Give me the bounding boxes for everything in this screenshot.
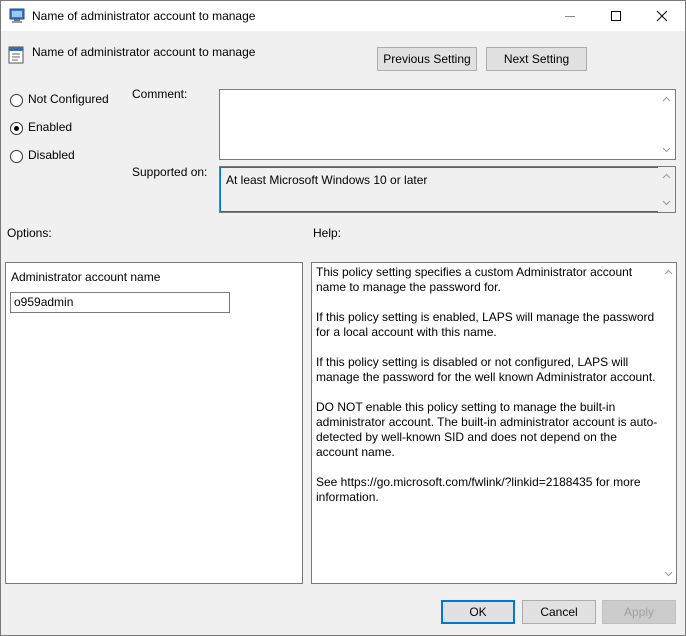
scroll-up-icon[interactable] bbox=[662, 172, 671, 181]
scroll-down-icon[interactable] bbox=[662, 145, 671, 154]
scroll-down-icon[interactable] bbox=[664, 569, 673, 578]
app-icon bbox=[9, 8, 25, 23]
help-paragraph: If this policy setting is disabled or no… bbox=[316, 355, 656, 384]
close-icon bbox=[656, 10, 668, 22]
help-panel: This policy setting specifies a custom A… bbox=[311, 262, 677, 584]
radio-circle[interactable] bbox=[10, 150, 23, 163]
scroll-up-icon[interactable] bbox=[662, 95, 671, 104]
previous-setting-button[interactable]: Previous Setting bbox=[377, 47, 477, 71]
policy-dialog-window: Name of administrator account to manage … bbox=[0, 0, 686, 636]
cancel-button[interactable]: Cancel bbox=[522, 600, 596, 624]
maximize-icon bbox=[611, 11, 621, 21]
ok-button[interactable]: OK bbox=[441, 600, 515, 624]
help-paragraph: This policy setting specifies a custom A… bbox=[316, 265, 633, 294]
next-setting-button[interactable]: Next Setting bbox=[486, 47, 587, 71]
admin-account-name-input[interactable]: o959admin bbox=[10, 292, 230, 313]
comment-scrollbar[interactable] bbox=[658, 90, 675, 159]
help-paragraph: DO NOT enable this policy setting to man… bbox=[316, 400, 658, 459]
radio-circle[interactable] bbox=[10, 122, 23, 135]
setting-title: Name of administrator account to manage bbox=[32, 45, 256, 59]
minimize-icon bbox=[565, 16, 575, 17]
radio-label: Enabled bbox=[28, 120, 73, 134]
radio-label: Disabled bbox=[28, 148, 75, 162]
supported-scrollbar[interactable] bbox=[658, 167, 675, 212]
minimize-button[interactable] bbox=[547, 1, 593, 31]
scroll-up-icon[interactable] bbox=[664, 268, 673, 277]
supported-on-value: At least Microsoft Windows 10 or later bbox=[226, 173, 428, 187]
radio-circle[interactable] bbox=[10, 94, 23, 107]
scroll-down-icon[interactable] bbox=[662, 198, 671, 207]
help-text: This policy setting specifies a custom A… bbox=[316, 265, 662, 520]
close-button[interactable] bbox=[639, 1, 685, 31]
window-title: Name of administrator account to manage bbox=[32, 9, 256, 23]
help-paragraph: See https://go.microsoft.com/fwlink/?lin… bbox=[316, 475, 641, 504]
supported-on-label: Supported on: bbox=[132, 165, 208, 179]
help-label: Help: bbox=[313, 226, 342, 240]
supported-on-box: At least Microsoft Windows 10 or later bbox=[219, 166, 676, 213]
radio-label: Not Configured bbox=[28, 92, 109, 106]
help-paragraph: If this policy setting is enabled, LAPS … bbox=[316, 310, 655, 339]
apply-button[interactable]: Apply bbox=[602, 600, 676, 624]
comment-label: Comment: bbox=[132, 87, 188, 101]
options-label: Options: bbox=[7, 226, 52, 240]
title-bar: Name of administrator account to manage bbox=[1, 1, 685, 31]
options-panel: Administrator account name o959admin bbox=[5, 262, 303, 584]
help-scrollbar[interactable] bbox=[661, 263, 676, 583]
comment-textarea[interactable] bbox=[219, 89, 676, 160]
policy-setting-icon bbox=[8, 46, 24, 64]
admin-account-name-label: Administrator account name bbox=[11, 270, 161, 284]
maximize-button[interactable] bbox=[593, 1, 639, 31]
radio-selected-dot bbox=[14, 126, 19, 131]
